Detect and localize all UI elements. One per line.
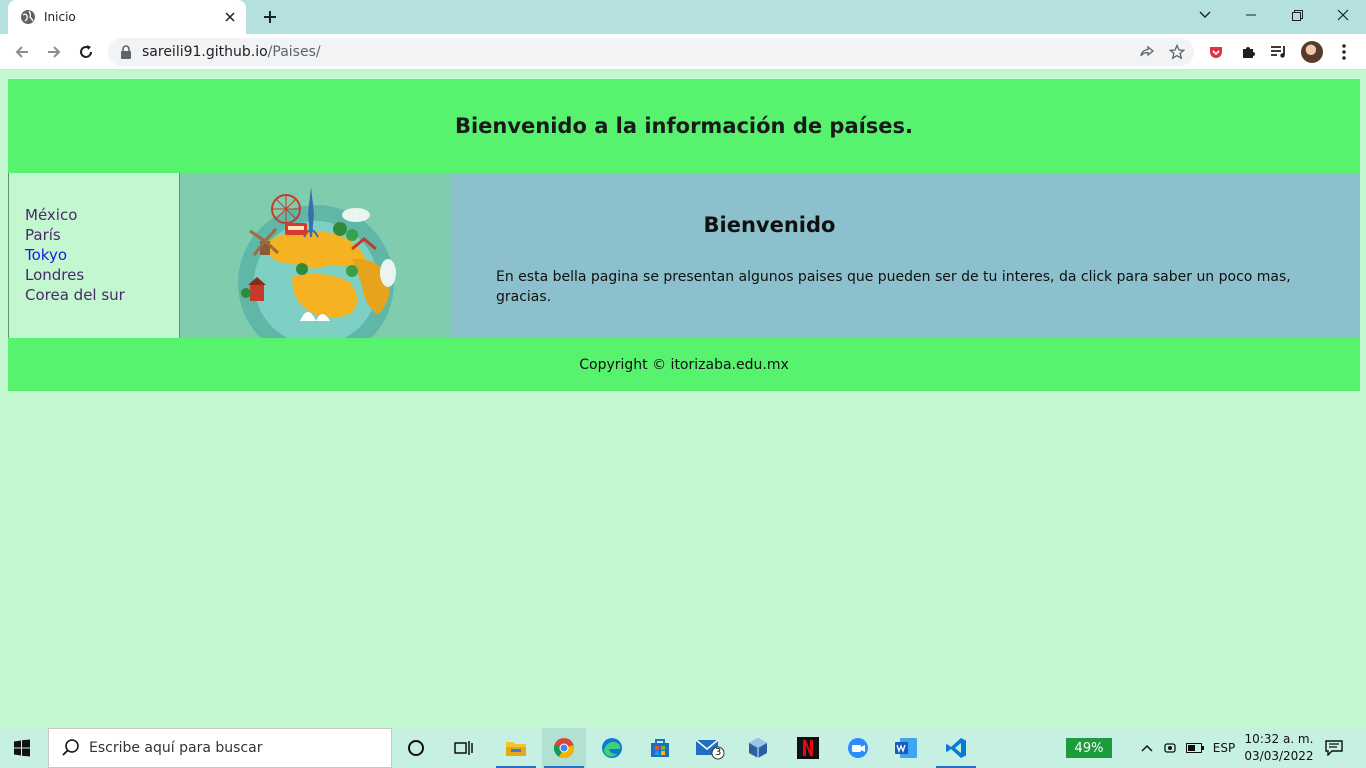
new-tab-icon[interactable] — [258, 6, 282, 28]
media-control-icon[interactable] — [1267, 40, 1291, 64]
globe-landmarks-image — [238, 187, 396, 338]
clock-time: 10:32 a. m. — [1244, 732, 1314, 746]
search-icon — [62, 739, 79, 756]
reload-icon[interactable] — [74, 40, 98, 64]
close-tab-icon[interactable] — [220, 7, 240, 27]
url-host: sareili91.github.io — [142, 44, 268, 60]
pocket-extension-icon[interactable] — [1204, 40, 1228, 64]
clock[interactable]: 10:32 a. m. 03/03/2022 — [1240, 731, 1318, 765]
file-explorer-icon[interactable] — [494, 728, 538, 768]
welcome-panel: Bienvenido En esta bella pagina se prese… — [452, 173, 1360, 338]
language-indicator[interactable]: ESP — [1208, 728, 1240, 768]
clock-date: 03/03/2022 — [1244, 749, 1314, 763]
tab-strip: Inicio — [0, 0, 1366, 34]
bookmark-star-icon[interactable] — [1164, 39, 1190, 65]
battery-icon[interactable] — [1184, 728, 1206, 768]
back-icon[interactable] — [10, 40, 34, 64]
battery-percent[interactable]: 49% — [1066, 738, 1112, 758]
cortana-icon[interactable] — [394, 728, 438, 768]
mail-icon[interactable]: 3 — [688, 728, 732, 768]
edge-icon[interactable] — [590, 728, 634, 768]
address-bar[interactable]: sareili91.github.io/Paises/ — [108, 38, 1194, 66]
site-title: Bienvenido a la información de países. — [454, 114, 914, 138]
3d-viewer-icon[interactable] — [736, 728, 780, 768]
tab-search-icon[interactable] — [1182, 0, 1228, 30]
web-page: Bienvenido a la información de países. M… — [0, 71, 1366, 728]
url-path: /Paises/ — [267, 44, 321, 60]
word-icon[interactable] — [884, 728, 928, 768]
nav-link-londres[interactable]: Londres — [25, 265, 179, 285]
netflix-icon[interactable] — [786, 728, 830, 768]
profile-avatar[interactable] — [1301, 41, 1323, 63]
site-footer: Copyright © itorizaba.edu.mx — [8, 338, 1360, 391]
nav-link-corea-del-sur[interactable]: Corea del sur — [25, 285, 179, 305]
close-window-icon[interactable] — [1320, 0, 1366, 30]
country-nav: México París Tokyo Londres Corea del sur — [8, 173, 180, 338]
share-icon[interactable] — [1134, 39, 1160, 65]
footer-copyright: Copyright © itorizaba.edu.mx — [579, 356, 789, 373]
meet-now-icon[interactable] — [1160, 728, 1182, 768]
notifications-icon[interactable] — [1322, 728, 1346, 768]
welcome-heading: Bienvenido — [703, 213, 836, 237]
globe-icon — [21, 10, 35, 24]
nav-link-tokyo[interactable]: Tokyo — [25, 245, 179, 265]
travel-illustration — [180, 173, 452, 338]
minimize-icon[interactable] — [1228, 0, 1274, 30]
restore-icon[interactable] — [1274, 0, 1320, 30]
microsoft-store-icon[interactable] — [638, 728, 682, 768]
welcome-text: En esta bella pagina se presentan alguno… — [496, 269, 1291, 305]
tab-title: Inicio — [44, 10, 76, 24]
browser-tab[interactable]: Inicio — [8, 0, 246, 34]
taskbar-search[interactable]: Escribe aquí para buscar — [48, 728, 392, 768]
zoom-icon[interactable] — [836, 728, 880, 768]
search-placeholder: Escribe aquí para buscar — [89, 740, 263, 756]
site-header: Bienvenido a la información de países. — [8, 79, 1360, 173]
menu-kebab-icon[interactable] — [1332, 40, 1356, 64]
chrome-icon[interactable] — [542, 728, 586, 768]
site-main: México París Tokyo Londres Corea del sur — [8, 173, 1360, 338]
nav-link-mexico[interactable]: México — [25, 205, 179, 225]
url-text: sareili91.github.io/Paises/ — [142, 44, 1134, 60]
windows-start-icon[interactable] — [0, 728, 44, 768]
show-hidden-icons-chevron-icon[interactable] — [1136, 728, 1158, 768]
nav-link-paris[interactable]: París — [25, 225, 179, 245]
task-view-icon[interactable] — [442, 728, 486, 768]
vscode-icon[interactable] — [934, 728, 978, 768]
windows-taskbar: Escribe aquí para buscar 3 49% ESP 10:32… — [0, 728, 1366, 768]
browser-toolbar: sareili91.github.io/Paises/ — [0, 34, 1366, 70]
forward-icon[interactable] — [42, 40, 66, 64]
extensions-puzzle-icon[interactable] — [1236, 40, 1260, 64]
mail-badge-count: 3 — [715, 747, 722, 758]
lock-icon — [121, 45, 131, 59]
